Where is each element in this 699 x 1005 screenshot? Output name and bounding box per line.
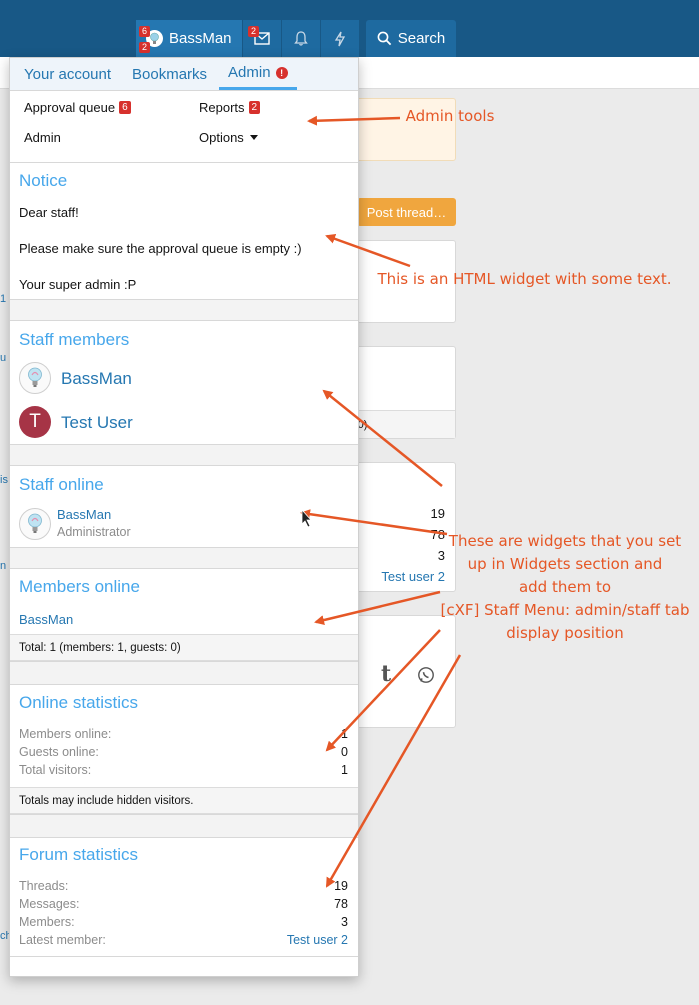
annotation-line: These are widgets that you set	[448, 532, 682, 550]
arrow	[325, 234, 411, 268]
arrow	[307, 115, 401, 126]
annotation-html-widget: This is an HTML widget with some text.	[377, 270, 672, 288]
arrow	[325, 654, 462, 888]
arrow	[300, 509, 448, 536]
arrow	[322, 389, 443, 487]
annotation-line: add them to	[518, 578, 612, 596]
annotation-admin-tools: Admin tools	[405, 107, 495, 125]
annotation-line: up in Widgets section and	[467, 555, 663, 573]
arrow	[325, 629, 441, 752]
annotation-line: display position	[506, 624, 624, 642]
annotation-line: [cXF] Staff Menu: admin/staff tab	[440, 601, 690, 619]
annotation-widgets-note: These are widgets that you set up in Wid…	[430, 530, 699, 645]
annotation-arrows	[300, 115, 462, 888]
arrow	[314, 590, 441, 625]
